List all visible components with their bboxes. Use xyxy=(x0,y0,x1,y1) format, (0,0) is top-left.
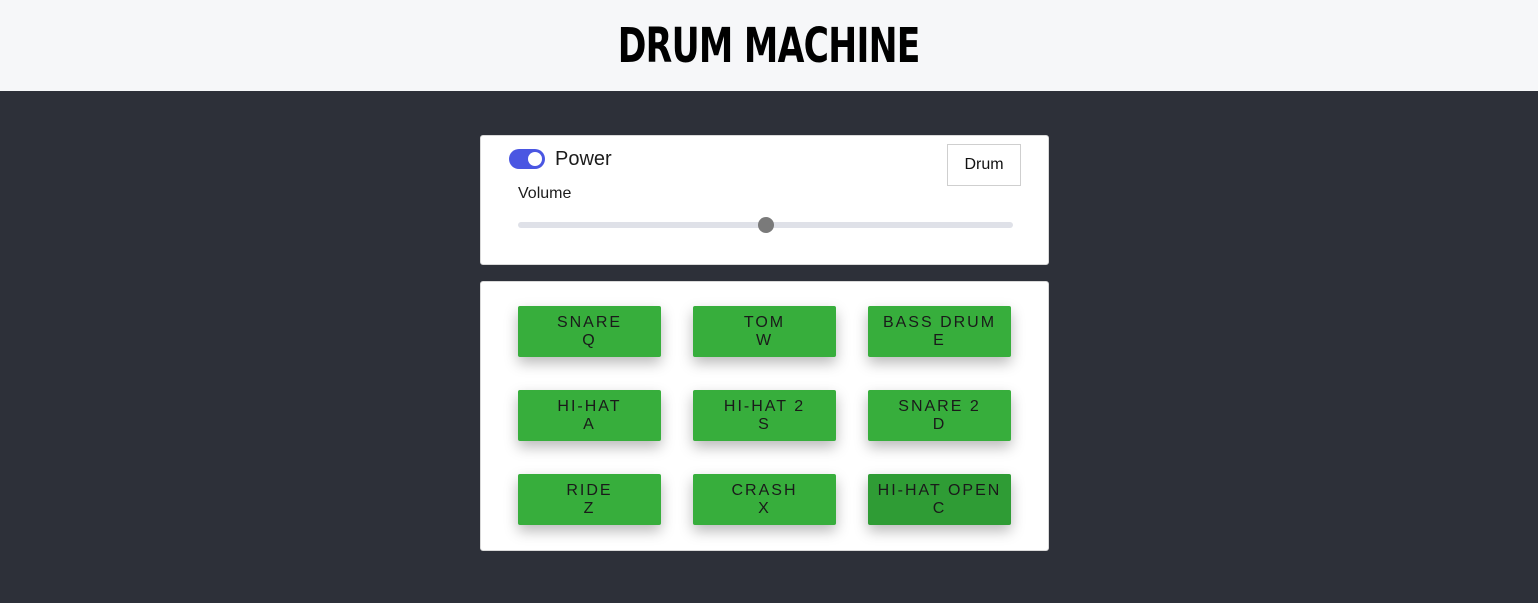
drum-pad-name: SNARE 2 xyxy=(898,397,981,415)
drum-pad-a[interactable]: HI-HAT A xyxy=(518,390,661,441)
page-title: DRUM MACHINE xyxy=(618,17,921,74)
drum-pad-key: Z xyxy=(583,499,596,517)
drum-pad-key: D xyxy=(932,415,947,433)
drum-pad-s[interactable]: HI-HAT 2 S xyxy=(693,390,836,441)
volume-slider-thumb[interactable] xyxy=(757,217,774,233)
drum-pad-key: Q xyxy=(582,331,597,349)
drum-pad-x[interactable]: CRASH X xyxy=(693,474,836,525)
power-label: Power xyxy=(555,148,612,170)
drum-pad-w[interactable]: TOM W xyxy=(693,306,836,357)
drum-pad-name: BASS DRUM xyxy=(882,313,997,331)
app-header: DRUM MACHINE xyxy=(0,0,1538,91)
drum-pad-e[interactable]: BASS DRUM E xyxy=(868,306,1011,357)
controls-panel: Power Volume Drum xyxy=(480,135,1049,265)
drum-pad-name: SNARE xyxy=(556,313,623,331)
drum-pad-key: E xyxy=(933,331,946,349)
drum-pad-key: A xyxy=(583,415,596,433)
drum-pad-key: S xyxy=(758,415,771,433)
drum-pad-q[interactable]: SNARE Q xyxy=(518,306,661,357)
drum-pad-name: HI-HAT 2 xyxy=(723,397,806,415)
drum-pad-key: X xyxy=(758,499,771,517)
drum-pad-name: CRASH xyxy=(731,481,798,499)
drum-pad-name: TOM xyxy=(743,313,786,331)
volume-slider[interactable] xyxy=(518,217,1013,233)
drum-pad-key: W xyxy=(755,331,774,349)
drum-pad-name: HI-HAT xyxy=(557,397,622,415)
drum-pad-name: RIDE xyxy=(566,481,613,499)
drum-pad-name: HI-HAT OPEN xyxy=(877,481,1002,499)
power-toggle-knob[interactable] xyxy=(528,152,542,166)
drum-pad-key: C xyxy=(932,499,947,517)
volume-label: Volume xyxy=(518,185,572,202)
sound-display: Drum xyxy=(947,144,1021,186)
drum-pad-z[interactable]: RIDE Z xyxy=(518,474,661,525)
drum-pad-c[interactable]: HI-HAT OPEN C xyxy=(868,474,1011,525)
drum-pad-d[interactable]: SNARE 2 D xyxy=(868,390,1011,441)
drum-pads-panel: SNARE Q TOM W BASS DRUM E HI-HAT A HI-HA… xyxy=(480,281,1049,551)
power-toggle[interactable] xyxy=(509,149,545,169)
